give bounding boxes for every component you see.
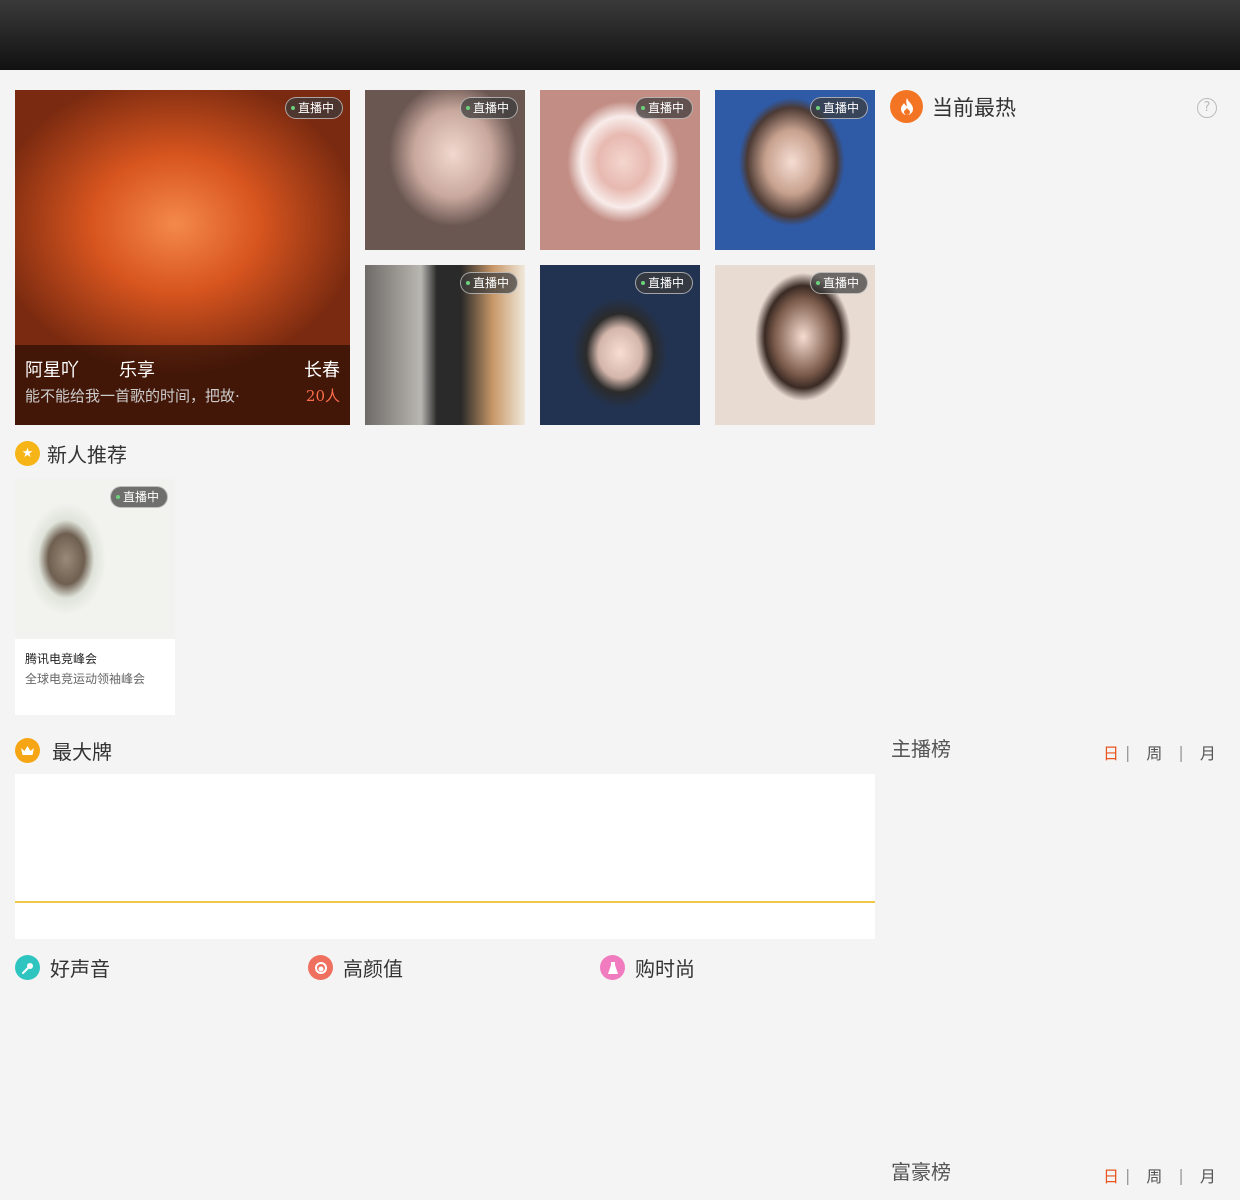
live-badge-label: 直播中 [297,101,334,115]
live-dot-icon [815,281,820,285]
newcomer-stream-info: 腾讯电竞峰会 全球电竞运动领袖峰会 [15,639,175,715]
top-brand-panel [15,774,875,939]
anchor-rank-tab-week[interactable]: 周 [1146,740,1162,764]
live-badge-label: 直播中 [647,101,684,115]
newcomer-section-title: ★ 新人推荐 [15,439,127,468]
live-badge-label: 直播中 [122,490,159,504]
help-icon[interactable]: ? [1197,98,1217,118]
live-badge: 直播中 [109,486,168,508]
rich-rank-tab-day[interactable]: 日 [1103,1163,1119,1187]
tab-separator: | [1178,1165,1184,1185]
live-badge: 直播中 [634,272,693,294]
star-icon: ★ [15,441,40,466]
live-badge: 直播中 [459,272,518,294]
hot-section-title: 当前最热 [890,90,1016,123]
live-dot-icon [465,281,470,285]
stream-card[interactable]: 直播中 [365,265,525,425]
newcomer-stream-title: 腾讯电竞峰会 [25,652,98,666]
tab-separator: | [1178,742,1184,762]
rich-rank-tab-week[interactable]: 周 [1146,1163,1162,1187]
live-dot-icon [115,495,120,499]
newcomer-stream-card[interactable]: 直播中 腾讯电竞峰会 全球电竞运动领袖峰会 [15,479,175,715]
live-dot-icon [465,106,470,110]
live-badge: 直播中 [634,97,693,119]
fashion-section-label: 购时尚 [635,957,695,981]
stream-category: 乐享 [119,360,155,381]
rich-rank-tabs: 日 | 周 | 月 [1103,1163,1216,1187]
voice-section-label: 好声音 [50,957,110,981]
fashion-section-title: 购时尚 [600,953,695,982]
live-dot-icon [640,281,645,285]
live-badge: 直播中 [809,97,868,119]
stream-card[interactable]: 直播中 [715,265,875,425]
top-section-label: 最大牌 [52,740,112,764]
stream-description: 能不能给我一首歌的时间，把故· [25,387,240,405]
tab-separator: | [1125,1165,1131,1185]
anchor-rank-tab-day[interactable]: 日 [1103,740,1119,764]
rich-rank-tab-month[interactable]: 月 [1200,1163,1216,1187]
voice-section-title: 好声音 [15,953,110,982]
live-badge: 直播中 [809,272,868,294]
live-badge: 直播中 [459,97,518,119]
live-badge-label: 直播中 [647,276,684,290]
live-badge-label: 直播中 [822,276,859,290]
live-badge-label: 直播中 [472,101,509,115]
stream-card[interactable]: 直播中 [540,265,700,425]
anchor-rank-title: 主播榜 [891,737,951,761]
face-icon [308,955,333,980]
featured-stream-card[interactable]: 直播中 阿星吖 乐享 长春 能不能给我一首歌的时间，把故· 20人 [15,90,350,425]
microphone-icon [15,955,40,980]
featured-stream-info: 阿星吖 乐享 长春 能不能给我一首歌的时间，把故· 20人 [15,345,350,425]
stream-city: 长春 [304,360,340,381]
anchor-rank-tab-month[interactable]: 月 [1200,740,1216,764]
top-navigation-bar [0,0,1240,70]
panel-divider [15,901,875,903]
dress-icon [600,955,625,980]
stream-card[interactable]: 直播中 [365,90,525,250]
newcomer-stream-subtitle: 全球电竞运动领袖峰会 [25,672,146,686]
beauty-section-title: 高颜值 [308,953,403,982]
hot-section-label: 当前最热 [932,95,1016,120]
fire-icon [890,90,923,123]
live-badge-label: 直播中 [822,101,859,115]
live-badge-label: 直播中 [472,276,509,290]
live-dot-icon [815,106,820,110]
tab-separator: | [1125,742,1131,762]
crown-icon [15,738,40,763]
anchor-rank-tabs: 日 | 周 | 月 [1103,740,1216,764]
newcomer-section-label: 新人推荐 [47,443,127,467]
live-dot-icon [640,106,645,110]
stream-card[interactable]: 直播中 [540,90,700,250]
viewer-count: 20人 [305,387,340,405]
top-section-title: 最大牌 [15,736,112,765]
stream-card[interactable]: 直播中 [715,90,875,250]
rich-rank-title: 富豪榜 [891,1160,951,1184]
live-badge: 直播中 [284,97,343,119]
beauty-section-label: 高颜值 [343,957,403,981]
live-dot-icon [290,106,295,110]
streamer-name[interactable]: 阿星吖 [25,360,79,381]
